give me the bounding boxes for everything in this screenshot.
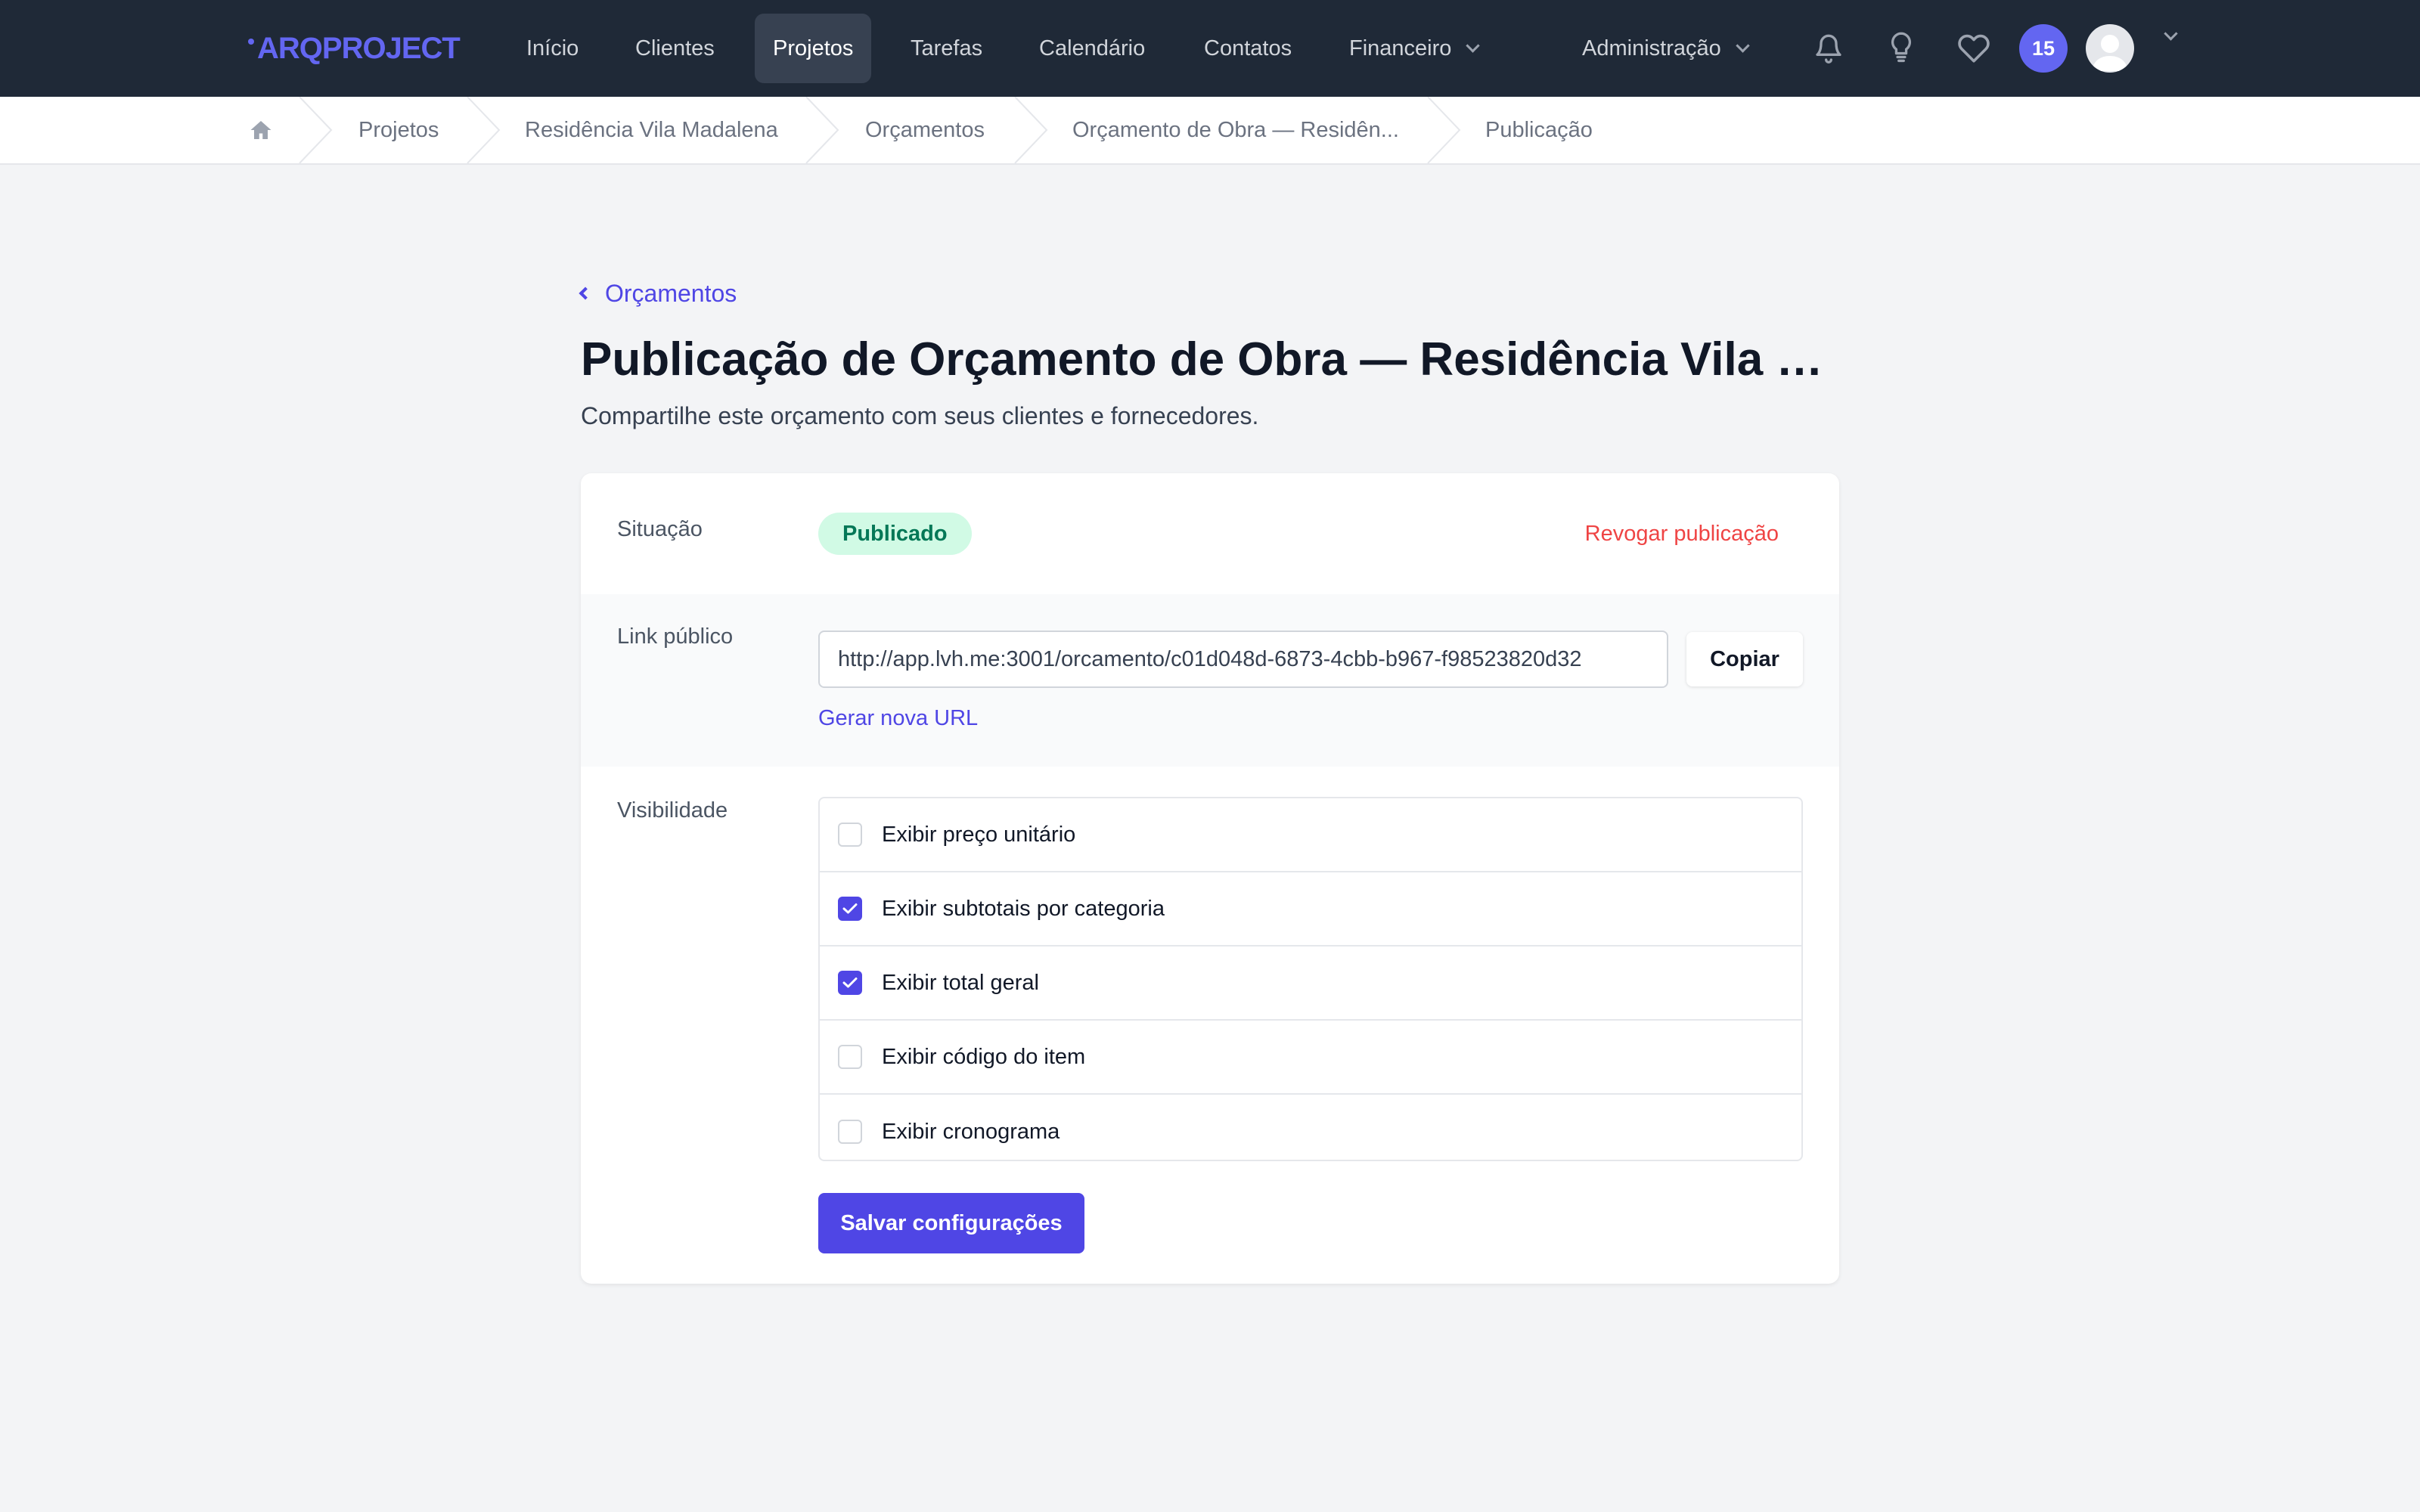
status-badge: Publicado [818, 513, 972, 555]
page-title: Publicação de Orçamento de Obra — Residê… [581, 333, 1836, 386]
badge-count: 15 [2031, 36, 2055, 60]
breadcrumb-separator [1427, 97, 1461, 163]
breadcrumb-orcamentos[interactable]: Orçamentos [865, 97, 985, 163]
heart-icon[interactable] [1956, 30, 1992, 67]
checkbox-unchecked[interactable] [838, 1120, 862, 1144]
nav-label: Início [526, 36, 579, 60]
chevron-down-icon [1736, 38, 1750, 53]
nav-item-clientes[interactable]: Clientes [617, 14, 733, 83]
option-label: Exibir subtotais por categoria [882, 896, 1165, 921]
nav-item-contatos[interactable]: Contatos [1186, 14, 1310, 83]
option-label: Exibir cronograma [882, 1119, 1060, 1144]
breadcrumb-home-icon[interactable] [250, 97, 272, 163]
option-label: Exibir total geral [882, 970, 1039, 995]
checkbox-unchecked[interactable] [838, 823, 862, 847]
nav-item-tarefas[interactable]: Tarefas [892, 14, 1001, 83]
breadcrumb-label: Publicação [1485, 117, 1593, 142]
visibility-label: Visibilidade [617, 798, 728, 823]
checkmark-icon [842, 903, 858, 914]
checkmark-icon [842, 978, 858, 988]
breadcrumb-separator [805, 97, 839, 163]
nav-label: Contatos [1204, 36, 1292, 60]
user-menu-chevron-icon[interactable] [2164, 26, 2178, 41]
visibility-option-unit-price[interactable]: Exibir preço unitário [820, 798, 1801, 872]
page-subtitle: Compartilhe este orçamento com seus clie… [581, 402, 1259, 429]
nav-label: Financeiro [1349, 36, 1452, 60]
publication-card: Situação Publicado Revogar publicação Li… [581, 473, 1839, 1284]
checkbox-checked[interactable] [838, 971, 862, 995]
public-link-label: Link público [617, 624, 734, 649]
checkbox-checked[interactable] [838, 897, 862, 921]
top-navbar: ARQPROJECT Início Clientes Projetos Tare… [0, 0, 2420, 97]
nav-item-financeiro[interactable]: Financeiro [1331, 14, 1496, 83]
brand-logo[interactable]: ARQPROJECT [248, 30, 461, 67]
visibility-options: Exibir preço unitário Exibir subtotais p… [818, 797, 1803, 1161]
brand-name: ARQPROJECT [257, 31, 461, 65]
visibility-option-schedule[interactable]: Exibir cronograma [820, 1095, 1801, 1160]
nav-label: Projetos [773, 36, 854, 60]
visibility-option-item-code[interactable]: Exibir código do item [820, 1021, 1801, 1095]
chevron-down-icon [1466, 38, 1481, 53]
lightbulb-icon[interactable] [1883, 30, 1919, 67]
nav-label: Administração [1582, 36, 1721, 60]
nav-label: Calendário [1039, 36, 1146, 60]
revoke-publication-button[interactable]: Revogar publicação [1585, 522, 1779, 547]
breadcrumb-publicacao: Publicação [1485, 97, 1593, 163]
option-label: Exibir código do item [882, 1044, 1086, 1069]
chevron-left-icon [579, 287, 592, 300]
user-avatar[interactable] [2086, 24, 2134, 73]
option-label: Exibir preço unitário [882, 822, 1076, 847]
checkbox-unchecked[interactable] [838, 1045, 862, 1069]
status-label: Situação [617, 517, 703, 541]
back-link-label: Orçamentos [605, 279, 737, 307]
nav-item-inicio[interactable]: Início [508, 14, 597, 83]
user-silhouette-icon [2092, 35, 2128, 71]
breadcrumb-orcamento-obra[interactable]: Orçamento de Obra — Residên... [1072, 97, 1399, 163]
breadcrumb-label: Projetos [358, 117, 439, 142]
logo-mark-icon [248, 39, 254, 45]
copy-url-button[interactable]: Copiar [1686, 632, 1803, 686]
breadcrumb-projetos[interactable]: Projetos [358, 97, 439, 163]
breadcrumb-residencia[interactable]: Residência Vila Madalena [525, 97, 778, 163]
breadcrumb-label: Orçamento de Obra — Residên... [1072, 117, 1399, 142]
nav-label: Tarefas [911, 36, 983, 60]
breadcrumb-separator [467, 97, 501, 163]
breadcrumb-label: Residência Vila Madalena [525, 117, 778, 142]
nav-item-calendario[interactable]: Calendário [1021, 14, 1163, 83]
visibility-option-grand-total[interactable]: Exibir total geral [820, 947, 1801, 1021]
back-link[interactable]: Orçamentos [579, 275, 737, 311]
generate-new-url-link[interactable]: Gerar nova URL [818, 706, 978, 731]
nav-label: Clientes [635, 36, 715, 60]
breadcrumb-separator [1014, 97, 1048, 163]
breadcrumb-separator [299, 97, 333, 163]
bell-icon[interactable] [1810, 30, 1847, 67]
visibility-option-subtotals[interactable]: Exibir subtotais por categoria [820, 872, 1801, 947]
notification-count-badge[interactable]: 15 [2019, 24, 2068, 73]
save-settings-button[interactable]: Salvar configurações [818, 1193, 1084, 1253]
breadcrumb: Projetos Residência Vila Madalena Orçame… [0, 97, 2420, 165]
nav-item-administracao[interactable]: Administração [1564, 14, 1766, 83]
breadcrumb-label: Orçamentos [865, 117, 985, 142]
nav-item-projetos[interactable]: Projetos [755, 14, 872, 83]
public-url-field[interactable]: http://app.lvh.me:3001/orcamento/c01d048… [818, 631, 1668, 688]
home-icon [250, 121, 271, 139]
